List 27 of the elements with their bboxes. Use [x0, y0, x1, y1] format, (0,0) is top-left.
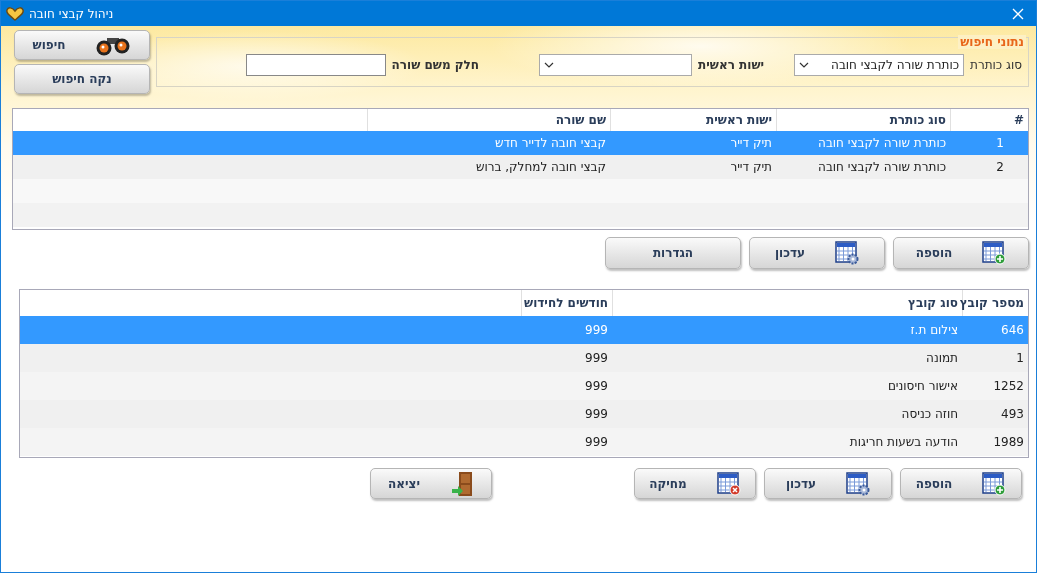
field-label: ישות ראשית: [698, 58, 764, 72]
chevron-down-icon: [544, 62, 555, 68]
field-label: חלק משם שורה: [391, 58, 480, 72]
table-delete-icon: [716, 471, 741, 496]
action-button[interactable]: מחיקה: [634, 468, 756, 499]
close-icon[interactable]: [1012, 7, 1024, 20]
table-add-icon: [982, 471, 1007, 496]
dropdown[interactable]: [539, 54, 693, 76]
action-button[interactable]: עדכון: [749, 237, 885, 269]
dropdown[interactable]: כותרת שורה לקבצי חובה: [794, 54, 964, 76]
action-button[interactable]: נקה חיפוש: [14, 64, 150, 94]
action-button[interactable]: הגדרות: [605, 237, 741, 269]
action-button[interactable]: הוספה: [900, 468, 1022, 499]
table-gear-icon: [846, 471, 871, 496]
exit-button[interactable]: יציאה: [370, 468, 492, 499]
input-field[interactable]: [245, 54, 386, 76]
table-gear-icon: [835, 241, 860, 265]
window-title: ניהול קבצי חובה: [29, 6, 114, 21]
search-panel-title: נתוני חיפוש: [958, 35, 1026, 49]
action-button[interactable]: הוספה: [893, 237, 1029, 269]
action-button[interactable]: חיפוש: [14, 30, 150, 60]
table-add-icon: [982, 241, 1007, 265]
heart-icon: [6, 6, 24, 21]
field-label: סוג כותרת: [970, 58, 1022, 72]
action-button[interactable]: עדכון: [764, 468, 892, 499]
chevron-down-icon: [799, 62, 809, 68]
door-icon: [449, 470, 474, 497]
